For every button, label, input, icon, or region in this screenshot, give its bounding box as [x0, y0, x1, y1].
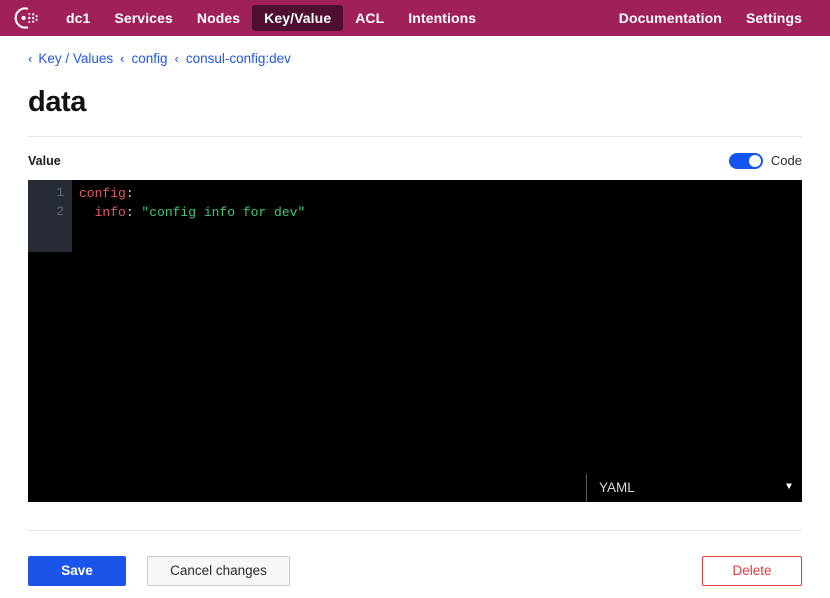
nav-item-dc1[interactable]: dc1 [54, 5, 102, 31]
editor-code-area[interactable]: 1 config: 2 info: "config info for dev" [28, 184, 802, 222]
delete-button[interactable]: Delete [702, 556, 802, 586]
nav-item-key-value[interactable]: Key/Value [252, 5, 343, 31]
top-navigation-bar: dc1 Services Nodes Key/Value ACL Intenti… [0, 0, 830, 36]
line-number: 2 [28, 203, 72, 222]
action-buttons: Save Cancel changes Delete [28, 556, 802, 586]
code-token-key: config [79, 186, 126, 201]
chevron-down-icon: ▼ [786, 483, 792, 493]
page-title: data [28, 86, 802, 119]
consul-logo-icon[interactable] [10, 3, 40, 33]
line-content: config: [72, 184, 134, 203]
footer-divider [28, 530, 802, 531]
nav-item-nodes[interactable]: Nodes [185, 5, 252, 31]
toggle-knob [749, 155, 761, 167]
breadcrumb-chevron-icon: ‹ [120, 52, 124, 65]
code-toggle-label: Code [771, 153, 802, 168]
code-token-key: info [79, 205, 126, 220]
nav-item-intentions[interactable]: Intentions [396, 5, 488, 31]
breadcrumb-chevron-icon: ‹ [175, 52, 179, 65]
breadcrumb-chevron-icon: ‹ [28, 52, 32, 65]
value-header-row: Value Code [28, 151, 802, 171]
code-line: 1 config: [28, 184, 802, 203]
save-button[interactable]: Save [28, 556, 126, 586]
main-content: ‹ Key / Values ‹ config ‹ consul-config:… [0, 52, 830, 586]
code-editor[interactable]: 1 config: 2 info: "config info for dev" … [28, 180, 802, 502]
cancel-changes-button[interactable]: Cancel changes [147, 556, 290, 586]
breadcrumb-item-consul-config-dev[interactable]: consul-config:dev [186, 52, 291, 66]
nav-item-services[interactable]: Services [102, 5, 184, 31]
code-token-punct: : [126, 186, 134, 201]
primary-nav: dc1 Services Nodes Key/Value ACL Intenti… [54, 5, 488, 31]
title-divider [28, 136, 802, 137]
breadcrumb: ‹ Key / Values ‹ config ‹ consul-config:… [28, 52, 802, 66]
line-content: info: "config info for dev" [72, 203, 305, 222]
nav-item-acl[interactable]: ACL [343, 5, 396, 31]
breadcrumb-item-key-values[interactable]: Key / Values [38, 52, 113, 66]
code-line: 2 info: "config info for dev" [28, 203, 802, 222]
nav-item-documentation[interactable]: Documentation [607, 5, 734, 31]
value-label: Value [28, 154, 61, 168]
code-token-punct: : [126, 205, 142, 220]
nav-item-settings[interactable]: Settings [734, 5, 814, 31]
code-token-string: "config info for dev" [141, 205, 305, 220]
language-select-value: YAML [599, 480, 635, 495]
language-select[interactable]: YAML ▼ [586, 474, 802, 502]
breadcrumb-item-config[interactable]: config [131, 52, 167, 66]
code-toggle-switch[interactable] [729, 153, 763, 169]
code-toggle-group: Code [729, 153, 802, 169]
line-number: 1 [28, 184, 72, 203]
secondary-nav: Documentation Settings [607, 5, 814, 31]
